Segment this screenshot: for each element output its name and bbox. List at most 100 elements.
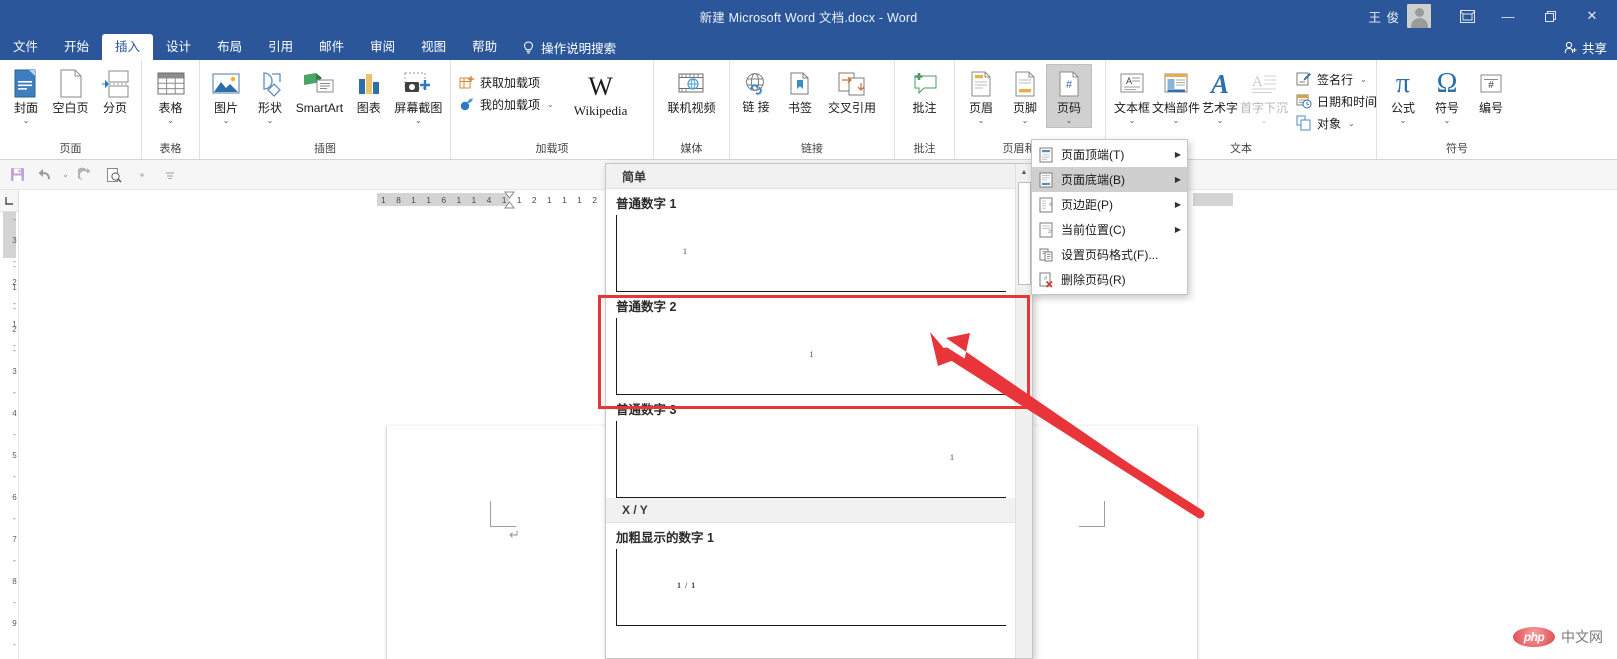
gallery-item-title: 普通数字 1 (616, 197, 677, 211)
menu-item-label: 设置页码格式(F)... (1061, 248, 1159, 262)
margin-mark-top-right (1079, 501, 1105, 527)
gallery-scroll-up-arrow[interactable]: ▲ (1016, 164, 1032, 181)
tab-layout[interactable]: 布局 (204, 34, 255, 60)
chevron-down-icon[interactable]: ⌄ (1066, 116, 1073, 125)
chevron-down-icon[interactable]: ⌄ (1217, 116, 1224, 125)
touch-mode-icon[interactable] (129, 163, 155, 187)
chevron-down-icon[interactable]: ⌄ (23, 116, 30, 125)
tab-file[interactable]: 文件 (0, 34, 51, 60)
avatar[interactable] (1407, 4, 1431, 28)
chevron-down-icon[interactable]: ⌄ (167, 116, 174, 125)
blank-page-button[interactable]: 空白页 (48, 65, 93, 117)
undo-icon[interactable] (32, 163, 58, 187)
menu-item-page-margins[interactable]: # 页边距(P) ▶ (1032, 192, 1187, 217)
customize-qat-caret[interactable] (157, 163, 183, 187)
gallery-scrollbar[interactable]: ▲ (1015, 164, 1032, 658)
gallery-item-plain-number-1[interactable]: 普通数字 1 1 (606, 189, 1017, 292)
tell-me-search[interactable]: 操作说明搜索 (522, 34, 616, 60)
chevron-down-icon[interactable]: ⌄ (1173, 116, 1180, 125)
tab-mailings[interactable]: 邮件 (306, 34, 357, 60)
new-comment-button[interactable]: 批注 (903, 65, 947, 117)
table-label: 表格 (158, 101, 183, 115)
menu-item-remove-page-numbers[interactable]: # 删除页码(R) (1032, 267, 1187, 292)
chevron-down-icon[interactable]: ⌄ (1348, 119, 1355, 128)
chevron-down-icon[interactable]: ⌄ (547, 100, 554, 109)
bookmark-button[interactable]: 书签 (778, 65, 822, 117)
menu-item-current-position[interactable]: # 当前位置(C) ▶ (1032, 217, 1187, 242)
equation-button[interactable]: π 公式 ⌄ (1381, 65, 1425, 127)
table-icon (157, 67, 185, 101)
chevron-down-icon[interactable]: ⌄ (1129, 116, 1136, 125)
chevron-right-icon: ▶ (1174, 150, 1181, 159)
online-video-button[interactable]: 联机视频 (661, 65, 721, 117)
chevron-down-icon[interactable]: ⌄ (1261, 116, 1268, 125)
cover-page-button[interactable]: 封面 ⌄ (4, 65, 48, 127)
gallery-section-header-xy: X / Y (606, 498, 1017, 523)
gallery-item-title: 普通数字 2 (616, 300, 677, 314)
gallery-item-plain-number-2[interactable]: 普通数字 2 1 (606, 292, 1017, 395)
menu-item-top-of-page[interactable]: 页面顶端(T) ▶ (1032, 142, 1187, 167)
gallery-item-bold-number-1[interactable]: 加粗显示的数字 1 1 / 1 (606, 523, 1017, 626)
share-button[interactable]: 共享 (1564, 34, 1617, 60)
tab-home[interactable]: 开始 (51, 34, 102, 60)
numbering-button[interactable]: # 编号 (1469, 65, 1513, 117)
footer-button[interactable]: 页脚 ⌄ (1003, 65, 1047, 127)
vertical-ruler[interactable]: 4 - 3 - 2 - 1 - - 1 - 2 - 3 - 4 - 5 - 6 … (0, 190, 19, 659)
header-button[interactable]: 页眉 ⌄ (959, 65, 1003, 127)
object-button[interactable]: 对象 ⌄ (1292, 112, 1381, 134)
page-number-gallery[interactable]: 简单 普通数字 1 1 普通数字 2 1 普通数字 3 1 X / Y 加粗显示… (605, 163, 1033, 659)
chevron-down-icon[interactable]: ⌄ (1400, 116, 1407, 125)
drop-cap-button[interactable]: A 首字下沉 ⌄ (1240, 65, 1288, 127)
chevron-right-icon: ▶ (1174, 225, 1181, 234)
text-box-button[interactable]: A 文本框 ⌄ (1110, 65, 1154, 127)
my-addins-button[interactable]: 我的加载项 ⌄ (455, 93, 558, 115)
ruler-corner-button[interactable] (0, 190, 19, 212)
table-button[interactable]: 表格 ⌄ (149, 65, 193, 127)
tab-view[interactable]: 视图 (408, 34, 459, 60)
quick-parts-button[interactable]: 文档部件 ⌄ (1152, 65, 1200, 127)
redo-icon[interactable] (73, 163, 99, 187)
gallery-scroll-thumb[interactable] (1018, 182, 1031, 285)
pictures-button[interactable]: 图片 ⌄ (204, 65, 248, 127)
menu-item-format-page-numbers[interactable]: 设置页码格式(F)... (1032, 242, 1187, 267)
print-preview-icon[interactable] (101, 163, 127, 187)
shapes-button[interactable]: 形状 ⌄ (248, 65, 292, 127)
tab-design[interactable]: 设计 (153, 34, 204, 60)
tab-help[interactable]: 帮助 (459, 34, 510, 60)
date-time-button[interactable]: 日期和时间 (1292, 90, 1381, 112)
wikipedia-button[interactable]: W Wikipedia (568, 68, 634, 120)
tab-review[interactable]: 审阅 (357, 34, 408, 60)
menu-item-bottom-of-page[interactable]: 页面底端(B) ▶ (1032, 167, 1187, 192)
get-addins-button[interactable]: 获取加载项 (455, 71, 558, 93)
chevron-down-icon[interactable]: ⌄ (1444, 116, 1451, 125)
link-button[interactable]: 链 接 (734, 65, 778, 116)
chevron-down-icon[interactable]: ⌄ (267, 116, 274, 125)
group-label-addins: 加载项 (535, 143, 569, 155)
word-art-button[interactable]: A 艺术字 ⌄ (1198, 65, 1242, 127)
chevron-down-icon[interactable]: ⌄ (415, 116, 422, 125)
chart-button[interactable]: 图表 (347, 65, 391, 117)
chevron-down-icon[interactable]: ⌄ (223, 116, 230, 125)
screenshot-button[interactable]: 屏幕截图 ⌄ (391, 65, 446, 127)
numbering-label: 编号 (1478, 101, 1503, 115)
chevron-down-icon[interactable]: ⌄ (1022, 116, 1029, 125)
page-number-icon: # (1057, 67, 1081, 101)
signature-line-button[interactable]: 签名行 ⌄ (1292, 68, 1381, 90)
page-break-button[interactable]: 分页 (93, 65, 137, 117)
smartart-button[interactable]: SmartArt (292, 65, 347, 117)
page-number-dropdown-menu[interactable]: 页面顶端(T) ▶ 页面底端(B) ▶ # 页边距(P) ▶ # 当前位置(C)… (1031, 139, 1188, 295)
shapes-label: 形状 (257, 101, 282, 115)
save-icon[interactable] (4, 163, 30, 187)
page-number-button[interactable]: # 页码 ⌄ (1046, 64, 1092, 128)
share-label: 共享 (1581, 41, 1607, 56)
cross-reference-button[interactable]: 交叉引用 (822, 65, 882, 117)
tab-insert[interactable]: 插入 (102, 34, 154, 60)
paragraph-mark: ↵ (509, 527, 520, 542)
indent-marker[interactable] (504, 191, 515, 209)
gallery-item-plain-number-3[interactable]: 普通数字 3 1 (606, 395, 1017, 498)
chevron-down-icon[interactable]: ⌄ (1360, 75, 1367, 84)
symbol-button[interactable]: Ω 符号 ⌄ (1425, 65, 1469, 127)
tab-references[interactable]: 引用 (255, 34, 306, 60)
chevron-down-icon[interactable]: ⌄ (978, 116, 985, 125)
undo-caret[interactable]: ⌄ (60, 170, 71, 179)
